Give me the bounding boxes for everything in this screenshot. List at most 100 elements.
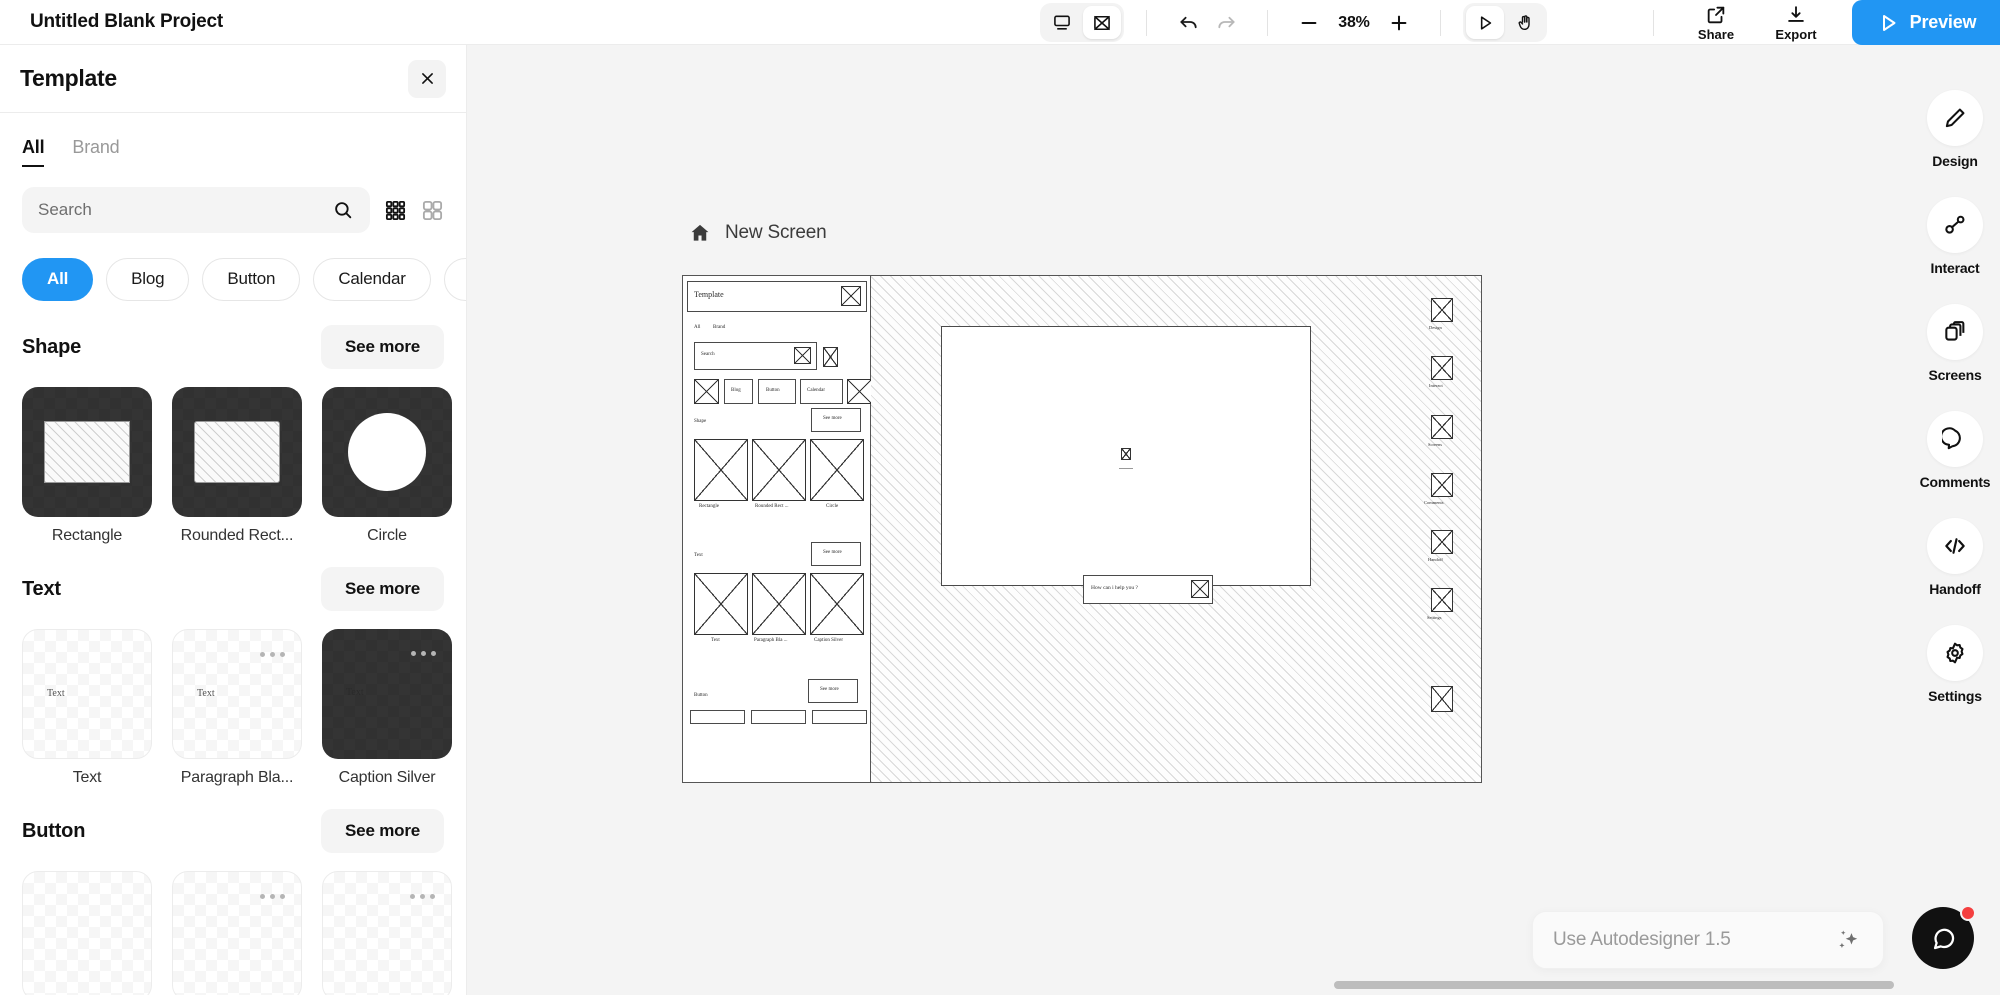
search-box[interactable] <box>22 187 370 233</box>
wf-shape-label-2: Rounded Rect ... <box>755 504 789 509</box>
thumbnail: Text <box>322 629 452 759</box>
wf-artboard-placeholder-line <box>1119 468 1133 469</box>
image-view-icon <box>1094 15 1110 30</box>
autodesigner-bar[interactable] <box>1532 911 1884 969</box>
hand-tool-button[interactable] <box>1506 6 1544 39</box>
chip-button[interactable]: Button <box>202 257 301 301</box>
more-dots-icon <box>411 651 436 656</box>
design-canvas[interactable]: New Screen Template All Brand Search Blo… <box>467 45 1910 995</box>
thumbnail <box>22 871 152 995</box>
wf-shape-label-1: Rectangle <box>699 504 719 509</box>
thumbnail <box>172 387 302 517</box>
wf-see-more-button-label: See more <box>820 687 839 692</box>
wf-rail-label-comments: Comments <box>1424 500 1444 505</box>
template-card-text[interactable]: Text Text <box>22 629 152 787</box>
sidebar-item-design[interactable]: Design <box>1927 90 1983 169</box>
see-more-button-button[interactable]: See more <box>321 809 444 853</box>
sidebar-item-interact[interactable]: Interact <box>1927 197 1983 276</box>
wf-see-more-text-label: See more <box>823 550 842 555</box>
card-label: Rounded Rect... <box>180 527 294 544</box>
sidebar-item-handoff[interactable]: Handoff <box>1927 518 1983 597</box>
zoom-level[interactable]: 38% <box>1328 14 1380 32</box>
panel-header: Template <box>0 45 466 113</box>
sparkle-icon <box>1839 930 1858 949</box>
share-icon <box>1707 6 1725 23</box>
export-label: Export <box>1775 26 1817 42</box>
autodesigner-input[interactable] <box>1553 929 1835 951</box>
share-label: Share <box>1697 26 1735 42</box>
filter-chips: All Blog Button Calendar Co <box>0 233 466 303</box>
zoom-out-button[interactable] <box>1290 5 1328 40</box>
search-icon <box>335 202 352 219</box>
chip-co[interactable]: Co <box>443 257 466 301</box>
tab-all[interactable]: All <box>22 137 45 167</box>
thumbnail <box>172 871 302 995</box>
see-more-text-button[interactable]: See more <box>321 567 444 611</box>
search-input[interactable] <box>38 200 332 220</box>
template-panel: Template All Brand Search All Blog Butto… <box>0 45 467 995</box>
chip-calendar[interactable]: Calendar <box>313 257 431 301</box>
template-card-rounded-rect[interactable]: Rounded Rect... <box>172 387 302 545</box>
zoom-in-button[interactable] <box>1380 5 1418 40</box>
divider <box>1653 9 1654 36</box>
sidebar-label: Screens <box>1928 367 1982 383</box>
undo-arrow-icon <box>1179 16 1197 29</box>
template-card-caption-silver[interactable]: Text Caption Silver <box>322 629 452 787</box>
wf-shape-card-2 <box>752 439 806 501</box>
view-mode-toggle <box>1040 3 1124 42</box>
grid-dense-button[interactable] <box>384 199 407 222</box>
grid-large-button[interactable] <box>421 199 444 222</box>
shape-grid: Rectangle Rounded Rect... Circle <box>0 369 466 545</box>
share-button[interactable]: Share <box>1676 4 1756 42</box>
template-card-button-3[interactable] <box>322 871 452 995</box>
divider <box>1267 9 1268 36</box>
card-label: Rectangle <box>51 527 123 544</box>
template-card-button-2[interactable] <box>172 871 302 995</box>
image-view-button[interactable] <box>1083 6 1121 39</box>
section-header-button: Button See more <box>0 787 466 853</box>
sidebar-item-comments[interactable]: Comments <box>1920 411 1991 490</box>
wf-rail-label-interact: Interact <box>1429 383 1443 388</box>
wf-section-text: Text <box>694 553 703 558</box>
card-label: Circle <box>367 527 407 544</box>
desktop-view-button[interactable] <box>1043 6 1081 39</box>
grid-large-icon <box>422 200 443 220</box>
interact-nodes-icon <box>1945 215 1965 234</box>
help-notification-badge <box>1960 905 1976 921</box>
wireframe-artboard[interactable]: Template All Brand Search Blog Button Ca… <box>682 275 1482 783</box>
mini-text-preview: Text <box>346 687 364 698</box>
template-card-rectangle[interactable]: Rectangle <box>22 387 152 545</box>
horizontal-scrollbar[interactable] <box>1334 981 1894 989</box>
comment-bubble-icon <box>1942 427 1961 450</box>
right-sidebar: Design Interact Screens Comments Handoff… <box>1910 45 2000 995</box>
sidebar-item-screens[interactable]: Screens <box>1927 304 1983 383</box>
export-icon <box>1788 5 1804 22</box>
tool-toggle <box>1463 3 1547 42</box>
screen-label[interactable]: New Screen <box>689 222 827 244</box>
redo-button[interactable] <box>1207 5 1245 40</box>
sidebar-item-settings[interactable]: Settings <box>1927 625 1983 704</box>
wf-rail-label-screens: Screens <box>1428 442 1442 447</box>
undo-button[interactable] <box>1169 5 1207 40</box>
thumbnail: Text <box>22 629 152 759</box>
toolbar-center-group: 38% <box>1040 0 1547 45</box>
hand-icon <box>1518 14 1530 30</box>
template-card-button-1[interactable] <box>22 871 152 995</box>
pencil-icon <box>1945 108 1965 128</box>
close-panel-button[interactable] <box>408 59 446 98</box>
cursor-tool-button[interactable] <box>1466 6 1504 39</box>
gear-icon <box>1946 642 1964 664</box>
template-card-paragraph[interactable]: Text Paragraph Bla... <box>172 629 302 787</box>
preview-button[interactable]: Preview <box>1852 0 2000 45</box>
template-card-circle[interactable]: Circle <box>322 387 452 545</box>
export-button[interactable]: Export <box>1756 4 1836 42</box>
chip-all[interactable]: All <box>22 257 94 301</box>
tab-brand[interactable]: Brand <box>72 137 119 167</box>
chip-blog[interactable]: Blog <box>106 257 190 301</box>
text-grid: Text Text Text Paragraph Bla... Text Cap… <box>0 611 466 787</box>
see-more-shape-button[interactable]: See more <box>321 325 444 369</box>
icon-circle <box>1927 90 1983 146</box>
icon-circle <box>1927 625 1983 681</box>
wf-rail-label-handoff: Handoff <box>1428 557 1443 562</box>
wf-shape-card-3 <box>810 439 864 501</box>
